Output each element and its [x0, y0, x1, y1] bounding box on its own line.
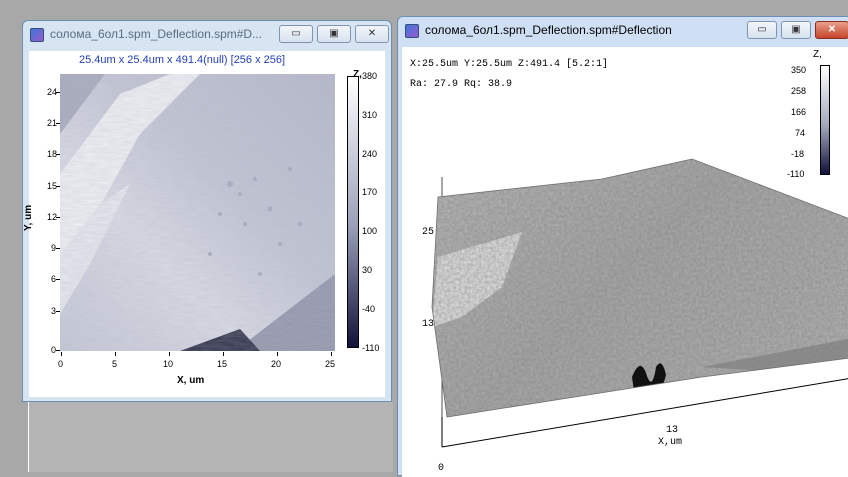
z-tick-label: 170 [362, 187, 378, 197]
close-button[interactable]: ✕ [355, 25, 389, 43]
right-window[interactable]: солома_6ол1.spm_Deflection.spm#Deflectio… [397, 16, 848, 477]
z-tick-label: -18 [791, 149, 805, 159]
maximize-button[interactable]: ▣ [781, 21, 811, 39]
right-window-titlebar[interactable]: солома_6ол1.spm_Deflection.spm#Deflectio… [398, 17, 848, 43]
app-icon [30, 28, 44, 42]
z-tick-label: -110 [787, 169, 805, 179]
x-tick-label: 5 [112, 359, 118, 369]
z-colorbar [347, 76, 359, 348]
x-tick-label: 20 [271, 359, 282, 369]
z-tick-label: 310 [362, 110, 378, 120]
origin-label: 0 [438, 463, 445, 474]
left-window-titlebar[interactable]: солома_6ол1.spm_Deflection.spm#D... ▭ ▣ … [23, 21, 391, 47]
close-button[interactable]: ✕ [815, 21, 848, 39]
x-axis-label: X, um [177, 375, 205, 386]
mdi-background [28, 402, 393, 472]
x-tick-label: 25 [325, 359, 336, 369]
z-tick-label: 74 [795, 128, 806, 138]
z-tick-label: 240 [362, 149, 378, 159]
right-window-title: солома_6ол1.spm_Deflection.spm#Deflectio… [425, 23, 672, 37]
afm-2d-image[interactable] [60, 74, 335, 351]
x-axis-label: X,um [658, 437, 683, 448]
afm-3d-surface[interactable] [402, 47, 848, 477]
y-tick-label: 25 [422, 227, 435, 238]
image-info-label: 25.4um x 25.4um x 491.4(null) [256 x 256… [79, 54, 286, 66]
y-axis-label: Y, um [23, 204, 34, 231]
z-tick-label: 30 [362, 265, 373, 275]
z-label: Z, [813, 49, 822, 60]
left-window-client: 25.4um x 25.4um x 491.4(null) [256 x 256… [23, 51, 385, 397]
x-tick-label: 15 [217, 359, 228, 369]
z-tick-label: 100 [362, 226, 378, 236]
left-window[interactable]: солома_6ол1.spm_Deflection.spm#D... ▭ ▣ … [22, 20, 392, 402]
minimize-button[interactable]: ▭ [747, 21, 777, 39]
z-tick-label: 380 [362, 71, 378, 81]
maximize-button[interactable]: ▣ [317, 25, 351, 43]
z-tick-label: 258 [791, 86, 807, 96]
right-window-client: X:25.5um Y:25.5um Z:491.4 [5.2:1] Ra: 27… [402, 47, 848, 477]
z-tick-label: -110 [362, 343, 380, 353]
x-tick-label: 0 [58, 359, 64, 369]
y-tick-label: 13 [422, 319, 435, 330]
app-icon [405, 24, 419, 38]
x-tick-label: 10 [163, 359, 174, 369]
minimize-button[interactable]: ▭ [279, 25, 313, 43]
left-window-title: солома_6ол1.spm_Deflection.spm#D... [50, 27, 263, 41]
z-tick-label: 350 [791, 65, 807, 75]
z-colorbar [820, 65, 830, 175]
z-tick-label: 166 [791, 107, 807, 117]
x-tick-label: 13 [666, 425, 679, 436]
z-tick-label: -40 [362, 304, 376, 314]
